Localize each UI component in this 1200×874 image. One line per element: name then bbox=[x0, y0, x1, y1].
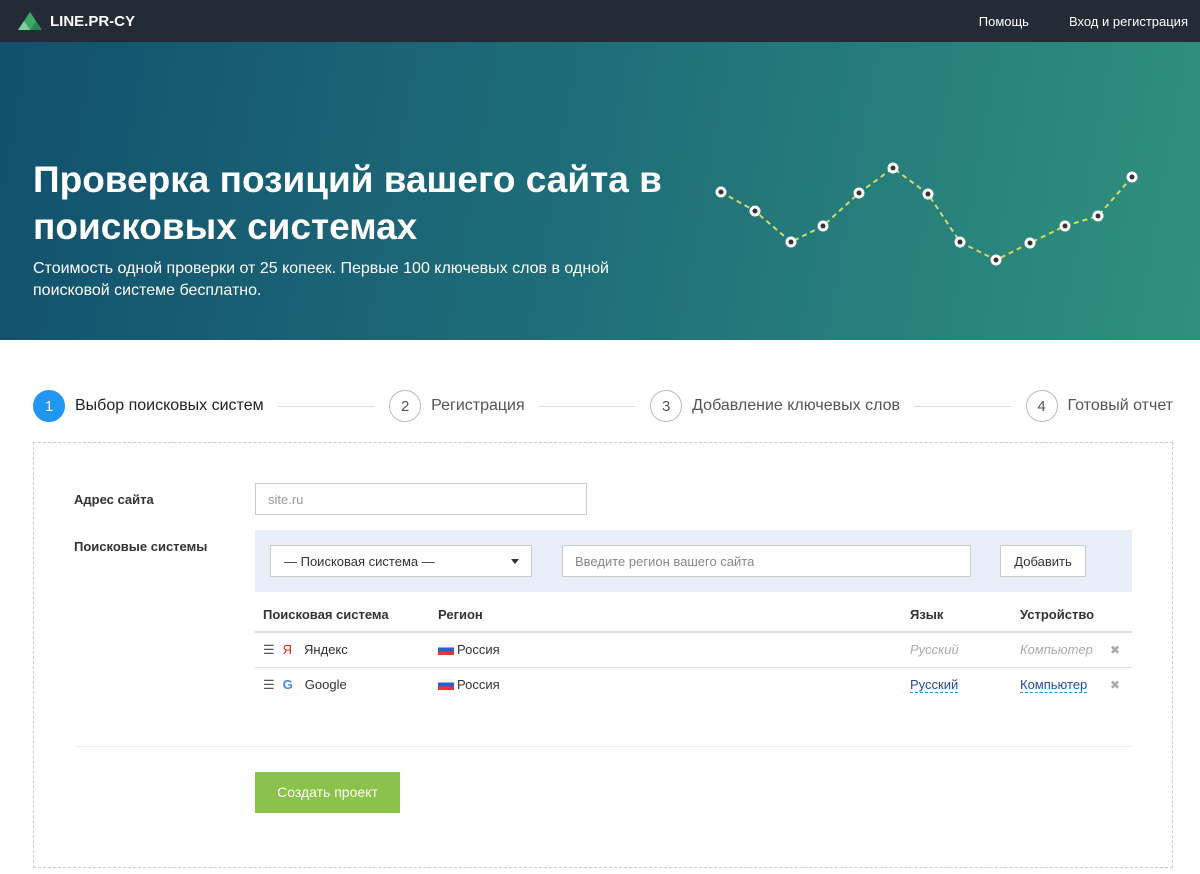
illustration-point bbox=[1126, 171, 1138, 183]
region: Россия bbox=[457, 677, 500, 693]
illustration-line bbox=[720, 166, 1133, 262]
line-chart-illustration bbox=[715, 162, 1138, 266]
table-row: ☰ G Google Россия Русский Компьютер ✖ bbox=[255, 667, 1132, 702]
engine-name: Google bbox=[304, 676, 347, 692]
illustration-point bbox=[853, 187, 865, 199]
region-input[interactable]: Введите регион вашего сайта bbox=[562, 545, 971, 577]
illustration-point bbox=[954, 236, 966, 248]
col-device: Устройство bbox=[1012, 598, 1102, 633]
step-label: Регистрация bbox=[431, 397, 525, 414]
step-number: 1 bbox=[33, 390, 65, 422]
illustration-point bbox=[922, 188, 934, 200]
illustration-point bbox=[715, 186, 727, 198]
illustration-point bbox=[817, 220, 829, 232]
site-label: Адрес сайта bbox=[74, 492, 154, 507]
site-input[interactable]: site.ru bbox=[255, 483, 587, 515]
step-label: Добавление ключевых слов bbox=[692, 397, 901, 414]
google-icon: G bbox=[282, 676, 293, 692]
step-number: 4 bbox=[1025, 390, 1058, 422]
step-1[interactable]: 1 Выбор поисковых систем bbox=[33, 390, 264, 422]
illustration-point bbox=[1024, 237, 1036, 249]
logo[interactable]: LINE.PR-CY bbox=[18, 12, 135, 30]
step-label: Готовый отчет bbox=[1067, 397, 1174, 414]
yandex-icon: Я bbox=[282, 641, 293, 657]
hero: Проверка позиций вашего сайта в поисковы… bbox=[0, 42, 1200, 340]
step-divider bbox=[538, 405, 637, 407]
illustration-point bbox=[1059, 220, 1071, 232]
logo-icon bbox=[18, 12, 42, 30]
nav-login[interactable]: Вход и регистрация bbox=[1069, 14, 1188, 29]
step-divider bbox=[277, 405, 376, 407]
illustration-point bbox=[990, 254, 1002, 266]
engines-table: Поисковая система Регион Язык Устройство ☰ Я… bbox=[255, 598, 1132, 702]
step-2[interactable]: 2 Регистрация bbox=[389, 390, 525, 422]
add-button[interactable]: Добавить bbox=[1000, 545, 1086, 577]
step-number: 3 bbox=[650, 390, 683, 422]
step-3[interactable]: 3 Добавление ключевых слов bbox=[650, 390, 900, 422]
language: Русский bbox=[910, 642, 959, 658]
illustration-point bbox=[1092, 210, 1104, 222]
engine-select[interactable]: — Поисковая система — bbox=[270, 545, 532, 577]
col-region: Регион bbox=[430, 598, 902, 633]
russia-flag-icon bbox=[438, 644, 454, 656]
region: Россия bbox=[457, 642, 500, 658]
engine-select-value: — Поисковая система — bbox=[284, 554, 435, 569]
table-row: ☰ Я Яндекс Россия Русский Компьютер ✖ bbox=[255, 632, 1132, 668]
step-number: 2 bbox=[389, 390, 422, 422]
project-form: Адрес сайта site.ru Поисковые системы — … bbox=[33, 442, 1173, 868]
russia-flag-icon bbox=[438, 679, 454, 691]
top-bar: LINE.PR-CY Помощь Вход и регистрация bbox=[0, 0, 1200, 42]
illustration-point bbox=[887, 162, 899, 174]
col-engine: Поисковая система bbox=[255, 598, 430, 633]
device: Компьютер bbox=[1020, 642, 1093, 658]
drag-handle-icon[interactable]: ☰ bbox=[263, 642, 275, 657]
logo-text: LINE.PR-CY bbox=[50, 12, 136, 30]
nav-help[interactable]: Помощь bbox=[979, 14, 1029, 29]
engines-label: Поисковые системы bbox=[74, 539, 208, 554]
device-select[interactable]: Компьютер bbox=[1020, 677, 1088, 694]
step-divider bbox=[914, 405, 1012, 407]
engine-name: Яндекс bbox=[304, 641, 348, 657]
stepper: 1 Выбор поисковых систем 2 Регистрация 3 До… bbox=[33, 390, 1173, 422]
engine-add-panel: — Поисковая система — Введите регион ваш… bbox=[255, 530, 1132, 592]
illustration-point bbox=[785, 236, 797, 248]
step-4[interactable]: 4 Готовый отчет bbox=[1025, 390, 1174, 422]
remove-icon[interactable]: ✖ bbox=[1110, 643, 1120, 657]
divider bbox=[74, 746, 1132, 747]
remove-icon[interactable]: ✖ bbox=[1110, 678, 1120, 692]
col-lang: Язык bbox=[902, 598, 1012, 633]
chevron-down-icon bbox=[511, 559, 519, 568]
language-select[interactable]: Русский bbox=[910, 677, 959, 694]
illustration-point bbox=[749, 205, 761, 217]
step-label: Выбор поисковых систем bbox=[75, 397, 264, 414]
drag-handle-icon[interactable]: ☰ bbox=[263, 677, 275, 692]
create-project-button[interactable]: Создать проект bbox=[255, 772, 400, 813]
